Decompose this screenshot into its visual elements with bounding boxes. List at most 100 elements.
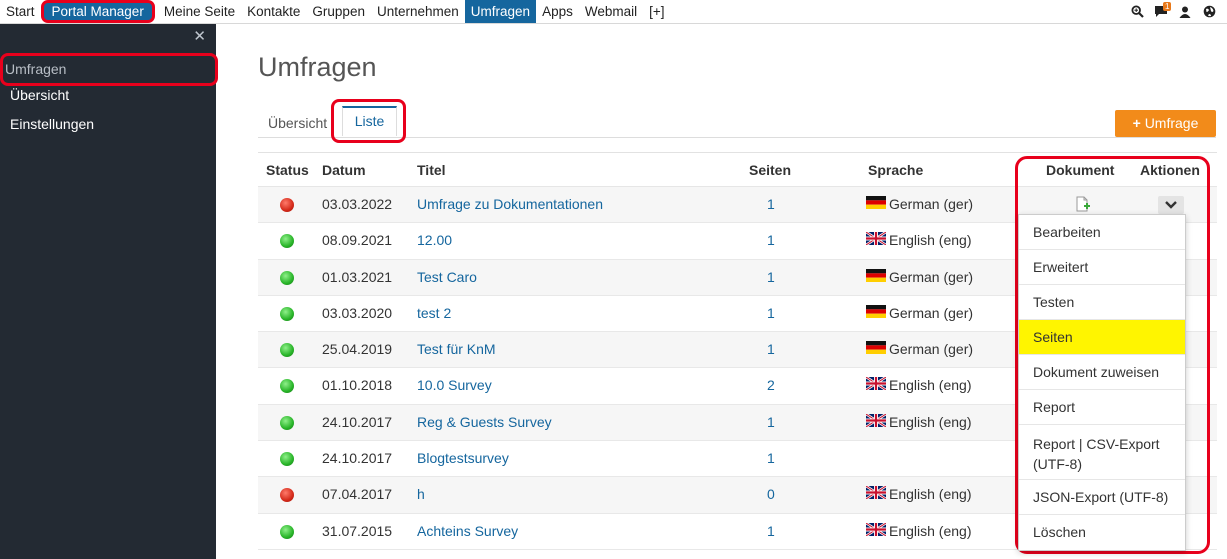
row-title-link[interactable]: Reg & Guests Survey [417, 414, 552, 430]
user-icon[interactable] [1173, 0, 1197, 24]
status-indicator [280, 488, 294, 503]
row-title-link[interactable]: 10.0 Survey [417, 377, 492, 393]
row-title-link[interactable]: Blogtestsurvey [417, 450, 509, 466]
flag-icon [865, 412, 887, 428]
chevron-down-icon [1165, 201, 1177, 209]
header-aktionen: Aktionen [1140, 162, 1200, 178]
tab-bar: Übersicht Liste [258, 99, 1216, 143]
actions-dropdown-menu: Bearbeiten Erweitert Testen Seiten Dokum… [1018, 214, 1186, 551]
row-language: English (eng) [889, 413, 972, 430]
globe-icon[interactable] [1197, 0, 1221, 24]
menu-item-dokument-zuweisen[interactable]: Dokument zuweisen [1019, 355, 1185, 390]
flag-icon [865, 376, 887, 392]
flag-icon [866, 341, 886, 355]
add-survey-button[interactable]: + Umfrage [1115, 110, 1216, 137]
row-pages-link[interactable]: 1 [767, 414, 775, 430]
add-document-icon[interactable] [1076, 196, 1090, 215]
row-pages-link[interactable]: 0 [767, 486, 775, 502]
row-pages-link[interactable]: 2 [767, 377, 775, 393]
status-indicator [280, 524, 294, 539]
menu-item-report-csv[interactable]: Report | CSV-Export (UTF-8) [1019, 425, 1185, 480]
row-title-link[interactable]: h [417, 486, 425, 502]
row-language: English (eng) [889, 232, 972, 249]
row-pages-link[interactable]: 1 [767, 305, 775, 321]
status-indicator [280, 379, 294, 394]
menu-item-bearbeiten[interactable]: Bearbeiten [1019, 215, 1185, 250]
page-title: Umfragen [258, 52, 377, 82]
menu-item-loeschen[interactable]: Löschen [1019, 515, 1185, 550]
nav-meine-seite[interactable]: Meine Seite [158, 0, 241, 23]
header-status: Status [266, 162, 309, 178]
nav-kontakte[interactable]: Kontakte [241, 0, 306, 23]
row-pages-link[interactable]: 1 [767, 450, 775, 466]
status-indicator [280, 343, 294, 358]
row-title-link[interactable]: Test Caro [417, 269, 477, 285]
row-pages-link[interactable]: 1 [767, 232, 775, 248]
close-icon[interactable]: ✕ [193, 27, 206, 45]
row-pages-link[interactable]: 1 [767, 523, 775, 539]
sidebar: ✕ Umfragen Übersicht Einstellungen [0, 24, 218, 559]
row-date: 25.04.2019 [322, 341, 393, 358]
search-icon[interactable] [1125, 0, 1149, 24]
sidebar-section-title[interactable]: Umfragen [0, 53, 218, 86]
nav-umfragen[interactable]: Umfragen [464, 0, 537, 23]
plus-icon: + [1132, 115, 1141, 131]
row-title-link[interactable]: test 2 [417, 305, 451, 321]
table-header: Status Datum Titel Seiten Sprache Dokume… [258, 153, 1217, 187]
row-pages-link[interactable]: 1 [767, 196, 775, 212]
status-indicator [280, 415, 294, 430]
nav-portal-manager[interactable]: Portal Manager [40, 0, 155, 23]
nav-apps[interactable]: Apps [536, 0, 579, 23]
row-title-link[interactable]: Umfrage zu Dokumentationen [417, 196, 603, 212]
flag-icon [865, 521, 887, 537]
row-date: 24.10.2017 [322, 413, 393, 430]
nav-right-icons: 1 [1125, 0, 1227, 23]
row-pages-link[interactable]: 1 [767, 269, 775, 285]
sidebar-item-uebersicht[interactable]: Übersicht [10, 87, 69, 103]
row-date: 01.10.2018 [322, 377, 393, 394]
status-indicator [280, 306, 294, 321]
menu-item-erweitert[interactable]: Erweitert [1019, 250, 1185, 285]
row-language: German (ger) [889, 341, 974, 358]
header-dokument: Dokument [1046, 162, 1115, 178]
menu-item-json-export[interactable]: JSON-Export (UTF-8) [1019, 480, 1185, 515]
chat-icon[interactable]: 1 [1149, 0, 1173, 24]
menu-item-report[interactable]: Report [1019, 390, 1185, 425]
header-titel: Titel [417, 162, 446, 178]
nav-unternehmen[interactable]: Unternehmen [371, 0, 465, 23]
status-indicator [280, 234, 294, 249]
nav-gruppen[interactable]: Gruppen [306, 0, 371, 23]
notification-badge: 1 [1163, 1, 1172, 11]
row-date: 24.10.2017 [322, 450, 393, 467]
row-date: 31.07.2015 [322, 522, 393, 539]
row-language: German (ger) [889, 268, 974, 285]
row-date: 03.03.2020 [322, 304, 393, 321]
row-pages-link[interactable]: 1 [767, 341, 775, 357]
flag-icon [866, 268, 886, 282]
row-date: 01.03.2021 [322, 268, 393, 285]
tab-liste[interactable]: Liste [342, 106, 397, 136]
menu-item-testen[interactable]: Testen [1019, 285, 1185, 320]
actions-toggle-button[interactable] [1158, 196, 1184, 214]
status-indicator [280, 270, 294, 285]
row-title-link[interactable]: 12.00 [417, 232, 452, 248]
flag-icon [866, 304, 886, 318]
row-date: 07.04.2017 [322, 486, 393, 503]
nav-more[interactable]: [+] [643, 0, 670, 23]
top-navigation: Start Portal Manager Meine Seite Kontakt… [0, 0, 1227, 24]
row-date: 03.03.2022 [322, 196, 393, 212]
nav-start[interactable]: Start [0, 0, 41, 23]
tab-liste-annotation: Liste [331, 99, 406, 143]
header-datum: Datum [322, 162, 366, 178]
row-title-link[interactable]: Test für KnM [417, 341, 496, 357]
menu-item-seiten[interactable]: Seiten [1019, 320, 1185, 355]
header-seiten: Seiten [749, 162, 792, 178]
row-title-link[interactable]: Achteins Survey [417, 523, 518, 539]
row-language: English (eng) [889, 486, 972, 503]
tab-uebersicht[interactable]: Übersicht [268, 109, 327, 138]
flag-icon [865, 231, 887, 247]
sidebar-item-einstellungen[interactable]: Einstellungen [10, 116, 94, 132]
row-date: 08.09.2021 [322, 232, 393, 249]
status-indicator [280, 198, 294, 212]
nav-webmail[interactable]: Webmail [579, 0, 643, 23]
